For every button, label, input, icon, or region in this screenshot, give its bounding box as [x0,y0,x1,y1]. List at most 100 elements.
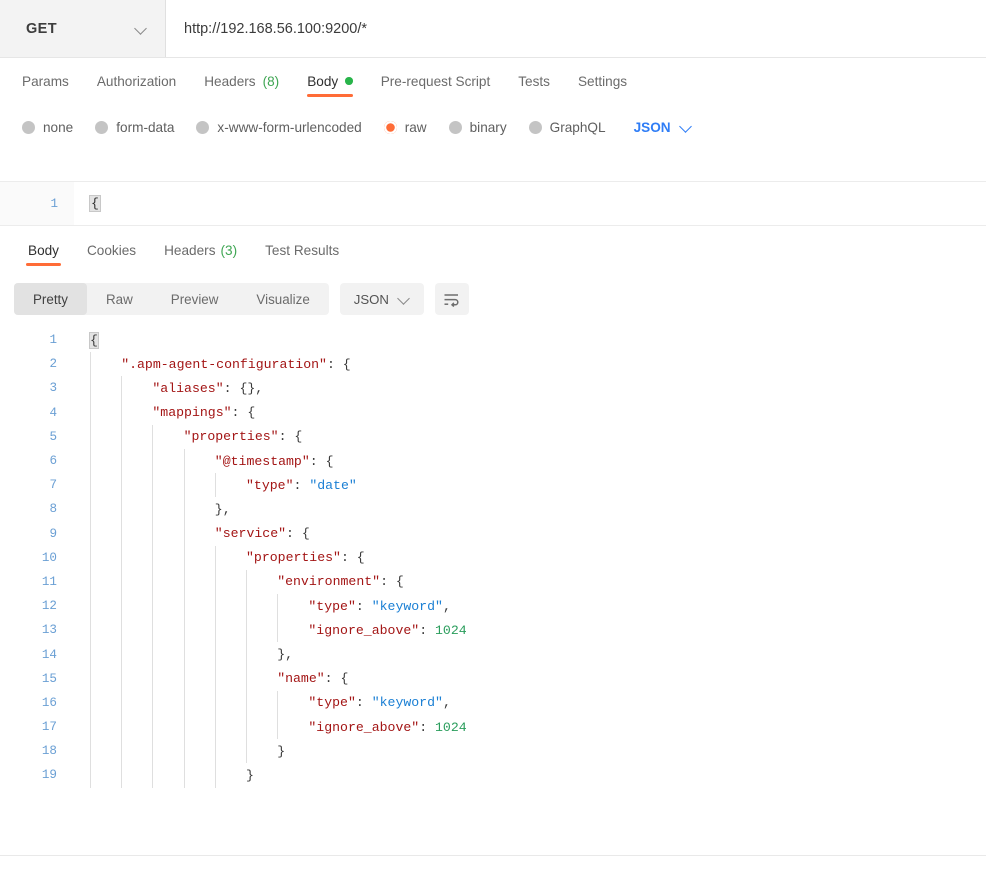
chevron-down-icon [398,293,410,305]
code-token: : { [324,671,349,687]
code-line-number: 3 [49,381,57,396]
code-line-content: "name": { [74,666,986,691]
response-body-code-viewer[interactable]: 1{2 ".apm-agent-configuration": {3 "aliase… [0,328,986,853]
code-line-number: 14 [41,647,57,662]
code-token: "service" [214,526,287,542]
body-type-raw[interactable]: raw [383,120,427,135]
request-tab-pre-request-script[interactable]: Pre-request Script [367,58,505,104]
bottom-divider [0,855,986,856]
word-wrap-icon [444,293,459,307]
code-line-number: 8 [49,502,57,517]
raw-format-label: JSON [633,119,671,135]
code-line-content: "type": "keyword", [74,690,986,715]
code-token: "type" [308,695,356,711]
response-tab-body[interactable]: Body [14,228,73,272]
code-token: "ignore_above" [308,622,420,638]
view-mode-label: Visualize [256,291,310,307]
code-token: "mappings" [152,405,232,421]
view-mode-label: Raw [105,291,133,307]
view-mode-label: Pretty [33,291,68,307]
request-tab-settings[interactable]: Settings [564,58,641,104]
view-mode-label: Preview [170,291,219,307]
code-line-text: "ignore_above": 1024 [74,622,466,638]
response-tab-label: Cookies [86,242,137,258]
request-body-editor[interactable]: 1 { [0,181,986,226]
code-token: : [419,622,436,638]
code-line-number: 9 [49,526,57,541]
radio-selected-icon [383,120,397,134]
code-line: 8}, [0,497,986,522]
radio-icon [528,120,542,134]
response-view-toolbar: Pretty Raw Preview Visualize JSON [0,276,986,322]
code-token: : [419,719,436,735]
body-type-label: x-www-form-urlencoded [217,119,362,135]
code-line-text: "service": { [74,526,310,541]
word-wrap-toggle-button[interactable] [434,283,469,315]
code-line-content: "service": { [74,521,986,546]
code-token: "type" [246,477,294,493]
radio-icon [448,120,462,134]
view-mode-preview[interactable]: Preview [152,283,238,315]
request-tab-label: Body [307,73,339,89]
response-tab-headers[interactable]: Headers (3) [150,228,251,272]
view-mode-pretty[interactable]: Pretty [14,283,87,315]
code-line-content: } [74,763,986,788]
request-tab-body[interactable]: Body [293,58,366,104]
code-line-content: }, [74,497,986,522]
request-editor-content[interactable]: { [74,182,986,225]
body-type-graphql[interactable]: GraphQL [528,119,606,135]
request-tab-tests[interactable]: Tests [504,58,564,104]
code-line: 11 "environment": { [0,569,986,595]
body-type-x-www-form-urlencoded[interactable]: x-www-form-urlencoded [196,119,362,135]
code-line-text: "type": "keyword", [74,695,451,711]
code-line-text: "aliases": {}, [74,381,263,396]
view-mode-raw[interactable]: Raw [87,283,152,315]
code-token: "@timestamp" [214,453,310,469]
code-line-number: 6 [49,454,57,469]
code-token: , [442,695,451,711]
code-token: ".apm-agent-configuration" [121,356,327,372]
code-token: 1024 [435,719,467,735]
code-token: : { [278,429,303,445]
request-tab-authorization[interactable]: Authorization [83,58,190,104]
body-type-label: GraphQL [549,119,606,135]
radio-icon [95,120,109,134]
response-tab-cookies[interactable]: Cookies [73,228,150,272]
body-type-binary[interactable]: binary [448,119,507,135]
url-input[interactable]: http://192.168.56.100:9200/* [166,0,986,57]
code-line-number: 15 [41,671,57,686]
response-format-dropdown[interactable]: JSON [339,283,424,315]
request-tab-params[interactable]: Params [22,58,83,104]
raw-format-dropdown[interactable]: JSON [634,120,692,135]
code-token: : { [380,574,404,590]
code-line-number: 13 [41,623,57,638]
url-text: http://192.168.56.100:9200/* [184,20,368,37]
request-tab-label: Tests [518,73,550,89]
request-tab-headers-count: (8) [262,73,280,89]
code-token: : [355,695,372,711]
body-type-form-data[interactable]: form-data [95,120,174,135]
code-token: : {}, [223,380,264,396]
code-line-text: "name": { [74,671,348,686]
code-token: "keyword" [371,695,443,711]
response-tab-test-results[interactable]: Test Results [251,228,353,272]
request-tab-headers[interactable]: Headers (8) [190,58,293,104]
http-method-selector[interactable]: GET [0,0,166,57]
view-mode-visualize[interactable]: Visualize [237,283,328,315]
code-token: "type" [308,598,356,614]
body-type-label: binary [469,119,507,135]
body-type-none[interactable]: none [22,120,73,135]
code-line: 6 "@timestamp": { [0,448,986,474]
code-line: 4 "mappings": { [0,400,986,425]
body-type-label: form-data [116,119,175,135]
indent-guides [74,328,986,352]
code-line-content: "@timestamp": { [74,448,986,474]
code-token: : { [340,550,365,566]
code-line-number: 2 [49,357,57,372]
code-line-content: ".apm-agent-configuration": { [74,352,986,377]
url-bar: GET http://192.168.56.100:9200/* [0,0,986,58]
code-line-number: 5 [49,429,57,444]
response-tab-label: Body [28,242,59,258]
code-line: 2 ".apm-agent-configuration": { [0,352,986,377]
code-line-number: 16 [41,695,57,710]
